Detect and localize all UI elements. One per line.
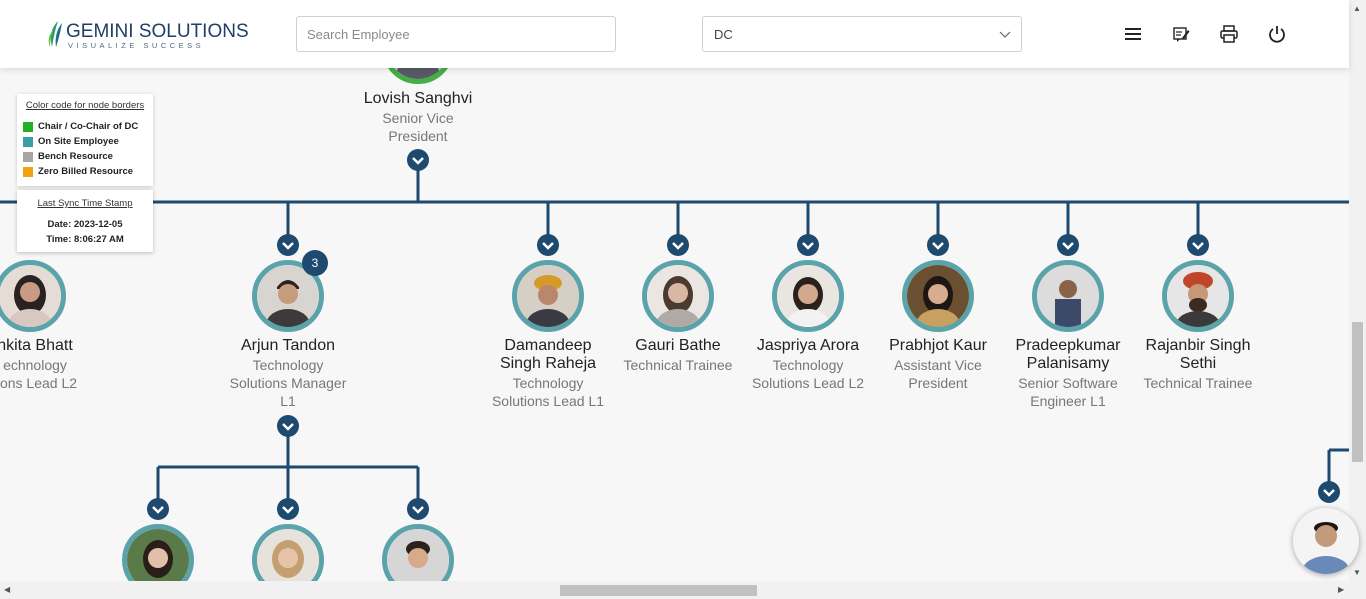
expand-toggle-button[interactable] bbox=[1057, 234, 1079, 256]
employee-node: nkita Bhatt echnology tions Lead L2 bbox=[0, 337, 100, 392]
org-chart-canvas: Lovish Sanghvi Senior Vice President nki… bbox=[0, 0, 1349, 581]
expand-toggle-button[interactable] bbox=[1187, 234, 1209, 256]
employee-title: Technical Trainee bbox=[1143, 375, 1253, 391]
employee-avatar[interactable] bbox=[512, 260, 584, 332]
legend-title: Color code for node borders bbox=[25, 100, 145, 111]
chevron-down-icon bbox=[282, 242, 294, 250]
legend-item: On Site Employee bbox=[23, 134, 147, 149]
sync-title: Last Sync Time Stamp bbox=[37, 198, 133, 209]
chevron-down-icon bbox=[152, 506, 164, 514]
root-node: Lovish Sanghvi Senior Vice President bbox=[353, 90, 483, 145]
employee-name[interactable]: Prabhjot Kaur bbox=[873, 337, 1003, 355]
employee-node: Pradeepkumar Palanisamy Senior Software … bbox=[1003, 337, 1133, 410]
horizontal-scrollbar[interactable]: ◀ ▶ bbox=[0, 581, 1366, 599]
employee-node: Damandeep Singh Raheja Technology Soluti… bbox=[483, 337, 613, 410]
power-icon[interactable] bbox=[1267, 24, 1287, 44]
employee-node: Prabhjot Kaur Assistant Vice President bbox=[873, 337, 1003, 392]
employee-node: Rajanbir Singh Sethi Technical Trainee bbox=[1133, 337, 1263, 392]
employee-title: Technology Solutions Manager L1 bbox=[229, 357, 347, 409]
expand-toggle-button[interactable] bbox=[277, 234, 299, 256]
employee-name[interactable]: Rajanbir Singh Sethi bbox=[1133, 337, 1263, 373]
employee-node: Arjun Tandon Technology Solutions Manage… bbox=[223, 337, 353, 410]
print-icon[interactable] bbox=[1219, 24, 1239, 44]
expand-toggle-button[interactable] bbox=[277, 498, 299, 520]
employee-name[interactable]: Arjun Tandon bbox=[223, 337, 353, 355]
legend-item: Zero Billed Resource bbox=[23, 164, 147, 179]
top-header: GEMINI SOLUTIONS VISUALIZE SUCCESS DC bbox=[0, 0, 1349, 68]
legend-swatch bbox=[23, 151, 33, 162]
reports-count-badge: 3 bbox=[302, 250, 328, 276]
chevron-down-icon bbox=[1062, 242, 1074, 250]
employee-name[interactable]: Gauri Bathe bbox=[613, 337, 743, 355]
employee-title: Technical Trainee bbox=[623, 357, 733, 373]
notes-icon[interactable] bbox=[1171, 24, 1191, 44]
expand-toggle-button[interactable] bbox=[797, 234, 819, 256]
expand-toggle-button[interactable] bbox=[667, 234, 689, 256]
chevron-down-icon bbox=[672, 242, 684, 250]
vertical-scroll-thumb[interactable] bbox=[1352, 322, 1363, 462]
chevron-down-icon bbox=[932, 242, 944, 250]
expand-toggle-button[interactable] bbox=[537, 234, 559, 256]
border-color-legend: Color code for node borders Chair / Co-C… bbox=[17, 94, 153, 186]
vertical-scrollbar[interactable]: ▲ ▼ bbox=[1349, 0, 1366, 581]
sync-timestamp-card: Last Sync Time Stamp Date: 2023-12-05 Ti… bbox=[17, 190, 153, 252]
employee-name[interactable]: Jaspriya Arora bbox=[743, 337, 873, 355]
chevron-down-icon bbox=[542, 242, 554, 250]
chevron-down-icon bbox=[1192, 242, 1204, 250]
employee-avatar[interactable] bbox=[1162, 260, 1234, 332]
chevron-down-icon bbox=[1323, 489, 1335, 497]
employee-name[interactable]: Lovish Sanghvi bbox=[353, 90, 483, 108]
logo-name: GEMINI SOLUTIONS bbox=[66, 21, 249, 42]
employee-title: Senior Software Engineer L1 bbox=[1018, 375, 1118, 409]
leaf-logo-icon bbox=[48, 21, 62, 47]
legend-item: Bench Resource bbox=[23, 149, 147, 164]
legend-item: Chair / Co-Chair of DC bbox=[23, 119, 147, 134]
employee-title: echnology tions Lead L2 bbox=[0, 357, 78, 391]
legend-swatch bbox=[23, 121, 33, 132]
legend-swatch bbox=[23, 166, 33, 177]
employee-title: Technology Solutions Lead L2 bbox=[751, 357, 865, 391]
company-logo[interactable]: GEMINI SOLUTIONS VISUALIZE SUCCESS bbox=[46, 17, 249, 51]
department-selected-value: DC bbox=[714, 27, 733, 42]
employee-name[interactable]: nkita Bhatt bbox=[0, 337, 100, 355]
expand-toggle-button[interactable] bbox=[407, 498, 429, 520]
legend-swatch bbox=[23, 136, 33, 147]
employee-avatar[interactable] bbox=[642, 260, 714, 332]
expand-toggle-button[interactable] bbox=[147, 498, 169, 520]
chat-assistant-avatar[interactable] bbox=[1293, 508, 1359, 574]
employee-title: Technology Solutions Lead L1 bbox=[491, 375, 605, 409]
employee-title: Senior Vice President bbox=[382, 110, 454, 144]
employee-node: Gauri Bathe Technical Trainee bbox=[613, 337, 743, 374]
chevron-down-icon bbox=[282, 423, 294, 431]
employee-title: Assistant Vice President bbox=[894, 357, 982, 391]
department-select[interactable]: DC bbox=[702, 16, 1022, 52]
sync-time: Time: 8:06:27 AM bbox=[46, 234, 124, 245]
logo-tagline: VISUALIZE SUCCESS bbox=[68, 41, 205, 50]
employee-avatar[interactable] bbox=[1032, 260, 1104, 332]
expand-toggle-button[interactable] bbox=[277, 415, 299, 437]
chevron-down-icon bbox=[412, 506, 424, 514]
employee-avatar[interactable] bbox=[772, 260, 844, 332]
expand-toggle-button[interactable] bbox=[927, 234, 949, 256]
employee-name[interactable]: Pradeepkumar Palanisamy bbox=[1003, 337, 1133, 373]
search-employee-input[interactable] bbox=[296, 16, 616, 52]
employee-node: Jaspriya Arora Technology Solutions Lead… bbox=[743, 337, 873, 392]
expand-toggle-button[interactable] bbox=[1318, 481, 1340, 503]
hamburger-menu-icon[interactable] bbox=[1123, 24, 1143, 44]
horizontal-scroll-thumb[interactable] bbox=[560, 585, 757, 596]
chevron-down-icon bbox=[412, 157, 424, 165]
chevron-down-icon bbox=[999, 31, 1011, 38]
expand-toggle-button[interactable] bbox=[407, 149, 429, 171]
employee-avatar[interactable] bbox=[902, 260, 974, 332]
sync-date: Date: 2023-12-05 bbox=[47, 219, 123, 230]
chevron-down-icon bbox=[282, 506, 294, 514]
chevron-down-icon bbox=[802, 242, 814, 250]
employee-name[interactable]: Damandeep Singh Raheja bbox=[483, 337, 613, 373]
